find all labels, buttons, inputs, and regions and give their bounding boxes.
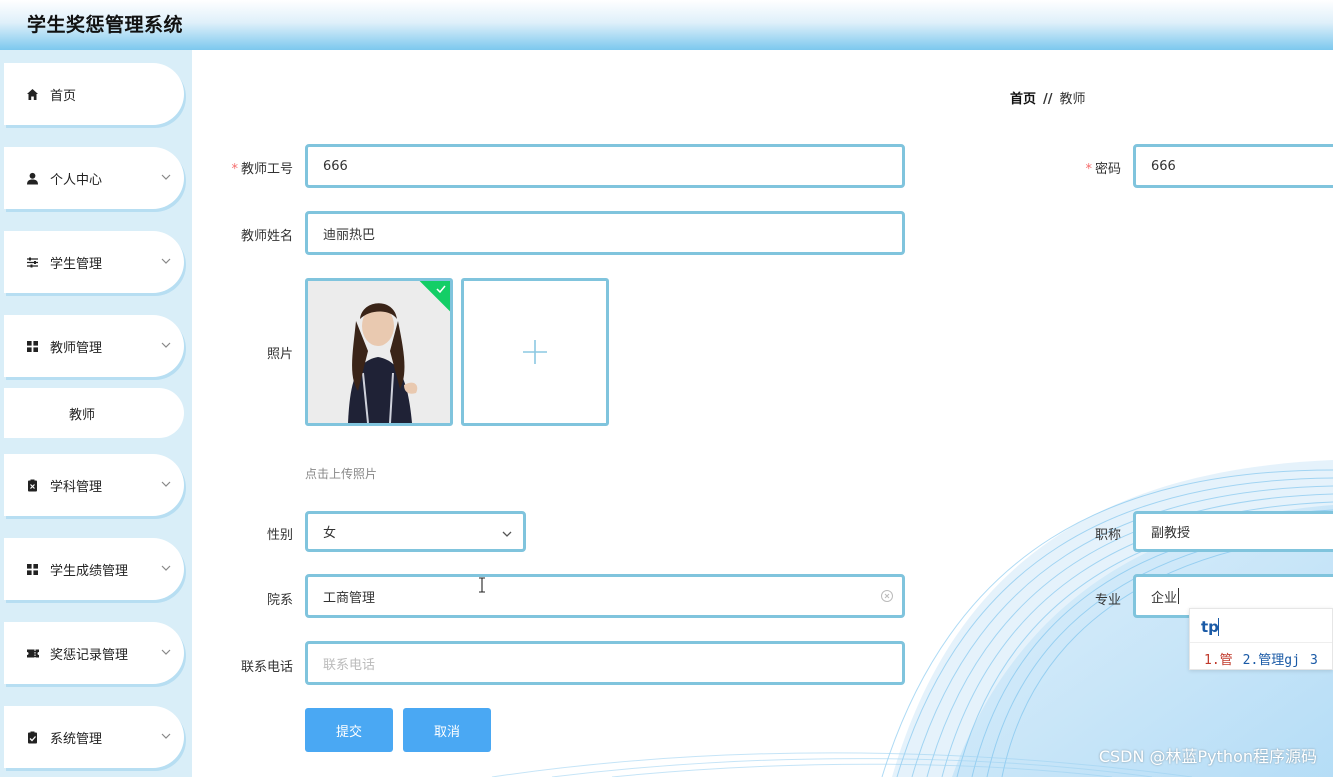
department-label: 院系 — [266, 593, 293, 608]
photo-thumbnail[interactable] — [305, 278, 453, 426]
sidebar-item-subject-management[interactable]: 学科管理 — [4, 454, 184, 516]
chevron-down-icon — [502, 531, 512, 537]
ime-candidate-window[interactable]: tp 1.管 2.管理gj 3 — [1189, 608, 1333, 670]
clipboard-x-icon — [25, 478, 40, 493]
chevron-down-icon — [161, 258, 171, 264]
photo-label: 照片 — [266, 347, 293, 362]
sidebar-item-teacher-management[interactable]: 教师管理 — [4, 315, 184, 377]
required-mark: * — [231, 162, 238, 177]
text-caret — [1178, 588, 1180, 604]
sidebar-item-label: 教师管理 — [50, 340, 103, 356]
photo-upload-hint: 点击上传照片 — [305, 467, 378, 481]
sidebar-item-label: 个人中心 — [50, 172, 103, 188]
cancel-button[interactable]: 取消 — [403, 708, 491, 752]
photo-upload-button[interactable] — [461, 278, 609, 426]
watermark: CSDN @林蓝Python程序源码 — [1098, 747, 1317, 766]
department-input[interactable]: 工商管理 — [305, 574, 905, 618]
chevron-down-icon — [161, 733, 171, 739]
required-mark: * — [1085, 162, 1092, 177]
sidebar-item-home[interactable]: 首页 — [4, 63, 184, 125]
ime-candidate[interactable]: 3 — [1310, 653, 1318, 668]
sidebar-item-personal-center[interactable]: 个人中心 — [4, 147, 184, 209]
app-title: 学生奖惩管理系统 — [27, 14, 184, 36]
teacher-id-label: * 教师工号 — [231, 162, 293, 177]
ime-composition: tp — [1201, 618, 1219, 636]
ime-divider — [1190, 642, 1332, 643]
password-input[interactable]: 666 — [1133, 144, 1333, 188]
plus-icon — [523, 340, 547, 364]
breadcrumb-home[interactable]: 首页 — [1010, 92, 1036, 107]
password-label: * 密码 — [1085, 162, 1121, 177]
home-icon — [25, 87, 40, 102]
phone-input[interactable]: 联系电话 — [305, 641, 905, 685]
sidebar-item-label: 学科管理 — [50, 479, 103, 495]
teacher-name-input[interactable]: 迪丽热巴 — [305, 211, 905, 255]
breadcrumb-current: 教师 — [1059, 92, 1086, 107]
clipboard-check-icon — [25, 730, 40, 745]
breadcrumb-separator: // — [1043, 92, 1053, 107]
title-label: 职称 — [1094, 528, 1121, 543]
sidebar: 首页 个人中心 学生管理 教师管理 教师 学科管理 学生成绩管理 奖惩记录管理 … — [0, 50, 192, 777]
user-icon — [25, 171, 40, 186]
grid-icon — [25, 562, 40, 577]
chevron-down-icon — [161, 565, 171, 571]
sidebar-item-label: 学生管理 — [50, 256, 103, 272]
main-content: 首页 // 教师 * 教师工号 666 * 密码 666 教师姓名 迪丽热巴 照片 点击… — [192, 50, 1333, 777]
ime-candidates[interactable]: 1.管 2.管理gj 3 — [1204, 649, 1318, 668]
ime-candidate[interactable]: 2.管理gj — [1243, 653, 1300, 668]
ime-candidate[interactable]: 1.管 — [1204, 653, 1233, 668]
sidebar-item-label: 首页 — [50, 88, 77, 104]
chevron-down-icon — [161, 342, 171, 348]
chevron-down-icon — [161, 481, 171, 487]
app-header: 学生奖惩管理系统 — [0, 0, 1333, 50]
submit-button[interactable]: 提交 — [305, 708, 393, 752]
title-select[interactable]: 副教授 — [1133, 511, 1333, 552]
check-icon — [436, 285, 446, 294]
sidebar-item-reward-record-management[interactable]: 奖惩记录管理 — [4, 622, 184, 684]
sidebar-item-grade-management[interactable]: 学生成绩管理 — [4, 538, 184, 600]
sidebar-subitem-teacher[interactable]: 教师 — [4, 388, 184, 438]
sidebar-item-label: 学生成绩管理 — [50, 563, 129, 579]
gender-select[interactable]: 女 — [305, 511, 526, 552]
ticket-icon — [25, 646, 40, 661]
sliders-icon — [25, 255, 40, 270]
text-cursor-icon — [479, 577, 485, 593]
portrait-image — [308, 281, 450, 423]
sidebar-item-system-management[interactable]: 系统管理 — [4, 706, 184, 768]
grid-icon — [25, 339, 40, 354]
gender-label: 性别 — [266, 528, 293, 543]
sidebar-item-label: 奖惩记录管理 — [50, 647, 129, 663]
chevron-down-icon — [161, 649, 171, 655]
ime-caret — [1218, 618, 1219, 636]
sidebar-item-student-management[interactable]: 学生管理 — [4, 231, 184, 293]
clear-icon[interactable] — [880, 589, 894, 603]
sidebar-item-label: 系统管理 — [50, 731, 103, 747]
breadcrumb: 首页 // 教师 — [1010, 88, 1086, 107]
phone-label: 联系电话 — [240, 660, 293, 675]
teacher-id-input[interactable]: 666 — [305, 144, 905, 188]
chevron-down-icon — [161, 174, 171, 180]
teacher-name-label: 教师姓名 — [240, 229, 293, 244]
major-label: 专业 — [1094, 593, 1121, 608]
